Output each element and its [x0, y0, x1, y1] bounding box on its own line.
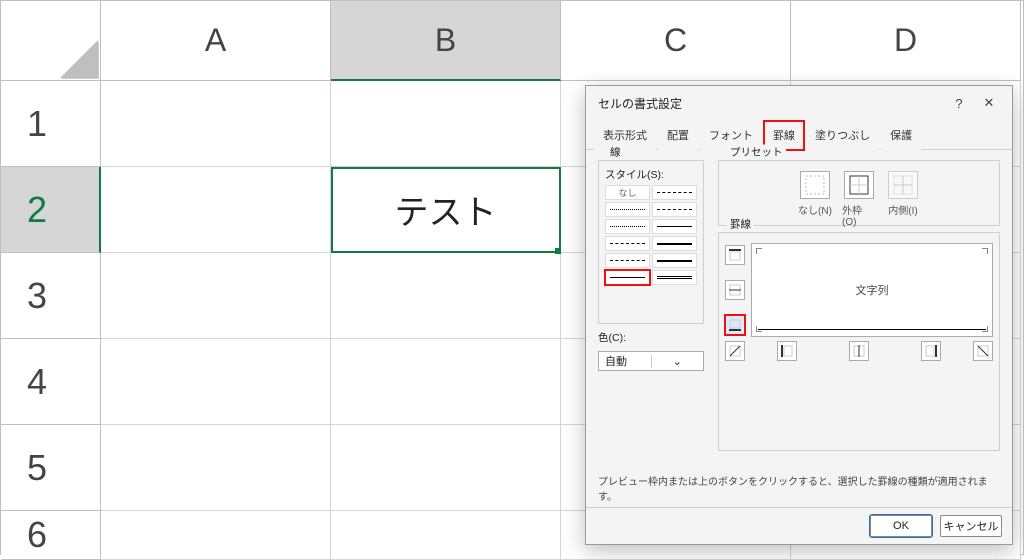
dialog-body: 線 スタイル(S): なし 色(C):: [586, 150, 1012, 463]
preview-text: 文字列: [856, 282, 889, 298]
col-header-a[interactable]: A: [101, 1, 331, 81]
preset-outline-button[interactable]: 外枠(O): [842, 171, 876, 228]
preset-group-label: プリセット: [727, 145, 786, 160]
cell-a1[interactable]: [101, 81, 331, 167]
row-header-6[interactable]: 6: [1, 511, 101, 560]
tab-number[interactable]: 表示形式: [594, 121, 656, 150]
preset-none-icon: [800, 171, 830, 199]
row-header-2[interactable]: 2: [1, 167, 101, 253]
border-preview[interactable]: 文字列: [751, 243, 993, 337]
line-style[interactable]: [652, 185, 697, 200]
ok-button[interactable]: OK: [870, 515, 932, 537]
border-hmid-button[interactable]: [725, 280, 745, 300]
row-header-5[interactable]: 5: [1, 425, 101, 511]
cancel-button[interactable]: キャンセル: [940, 515, 1002, 537]
row-header-4[interactable]: 4: [1, 339, 101, 425]
border-right-button[interactable]: [921, 341, 941, 361]
border-group-label: 罫線: [727, 217, 754, 232]
line-group: 線 スタイル(S): なし: [598, 160, 704, 324]
col-header-c[interactable]: C: [561, 1, 791, 81]
row-header-1[interactable]: 1: [1, 81, 101, 167]
dialog-footer: OK キャンセル: [586, 507, 1012, 544]
col-header-d[interactable]: D: [791, 1, 1021, 81]
cell-a4[interactable]: [101, 339, 331, 425]
line-group-label: 線: [607, 145, 624, 160]
preset-outline-label: 外枠(O): [842, 202, 876, 228]
line-style[interactable]: [605, 202, 650, 217]
preset-none-button[interactable]: なし(N): [798, 171, 832, 228]
color-dropdown[interactable]: 自動 ⌄: [598, 351, 704, 371]
line-style[interactable]: [652, 270, 697, 285]
preset-group: プリセット なし(N) 外枠(O) 内側(I): [718, 160, 1000, 226]
select-all-corner[interactable]: [1, 1, 101, 81]
row-header-3[interactable]: 3: [1, 253, 101, 339]
col-header-b[interactable]: B: [331, 1, 561, 81]
line-style-none[interactable]: なし: [605, 185, 650, 200]
cell-b1[interactable]: [331, 81, 561, 167]
color-label: 色(C):: [598, 330, 704, 345]
cell-b6[interactable]: [331, 511, 561, 560]
line-style-grid: なし: [605, 185, 697, 285]
line-style[interactable]: [605, 219, 650, 234]
dialog-titlebar[interactable]: セルの書式設定 ? ✕: [586, 86, 1012, 120]
chevron-down-icon: ⌄: [651, 355, 704, 368]
preset-inside-button[interactable]: 内側(I): [886, 171, 920, 228]
help-button[interactable]: ?: [944, 90, 974, 116]
cell-b3[interactable]: [331, 253, 561, 339]
line-style-selected[interactable]: [605, 270, 650, 285]
line-style[interactable]: [652, 202, 697, 217]
border-bottom-button[interactable]: [725, 315, 745, 335]
style-label: スタイル(S):: [605, 167, 697, 182]
close-button[interactable]: ✕: [974, 90, 1004, 116]
border-vmid-button[interactable]: [849, 341, 869, 361]
tab-protect[interactable]: 保護: [881, 121, 921, 150]
preview-bottom-border: [758, 329, 986, 330]
preset-inside-icon: [888, 171, 918, 199]
cell-b4[interactable]: [331, 339, 561, 425]
dialog-title: セルの書式設定: [598, 95, 944, 112]
border-left-button[interactable]: [777, 341, 797, 361]
line-style[interactable]: [652, 236, 697, 251]
column-headers: A B C D: [1, 1, 1024, 81]
preset-inside-label: 内側(I): [888, 202, 917, 217]
line-style[interactable]: [605, 253, 650, 268]
cell-a6[interactable]: [101, 511, 331, 560]
cell-b5[interactable]: [331, 425, 561, 511]
border-group: 罫線 文字列: [718, 232, 1000, 451]
cell-a5[interactable]: [101, 425, 331, 511]
hint-text: プレビュー枠内または上のボタンをクリックすると、選択した罫線の種類が適用されます…: [586, 463, 1012, 507]
cell-a3[interactable]: [101, 253, 331, 339]
border-top-button[interactable]: [725, 245, 745, 265]
line-style[interactable]: [605, 236, 650, 251]
tab-align[interactable]: 配置: [658, 121, 698, 150]
color-value: 自動: [599, 353, 651, 369]
cell-a2[interactable]: [101, 167, 331, 253]
line-style[interactable]: [652, 219, 697, 234]
preset-none-label: なし(N): [798, 202, 832, 217]
border-diag-down-button[interactable]: [973, 341, 993, 361]
format-cells-dialog: セルの書式設定 ? ✕ 表示形式 配置 フォント 罫線 塗りつぶし 保護 線 ス…: [585, 85, 1013, 545]
preset-outline-icon: [844, 171, 874, 199]
line-style[interactable]: [652, 253, 697, 268]
border-diag-up-button[interactable]: [725, 341, 745, 361]
dialog-tabs: 表示形式 配置 フォント 罫線 塗りつぶし 保護: [586, 120, 1012, 150]
tab-fill[interactable]: 塗りつぶし: [806, 121, 879, 150]
cell-b2[interactable]: テスト: [331, 167, 561, 253]
